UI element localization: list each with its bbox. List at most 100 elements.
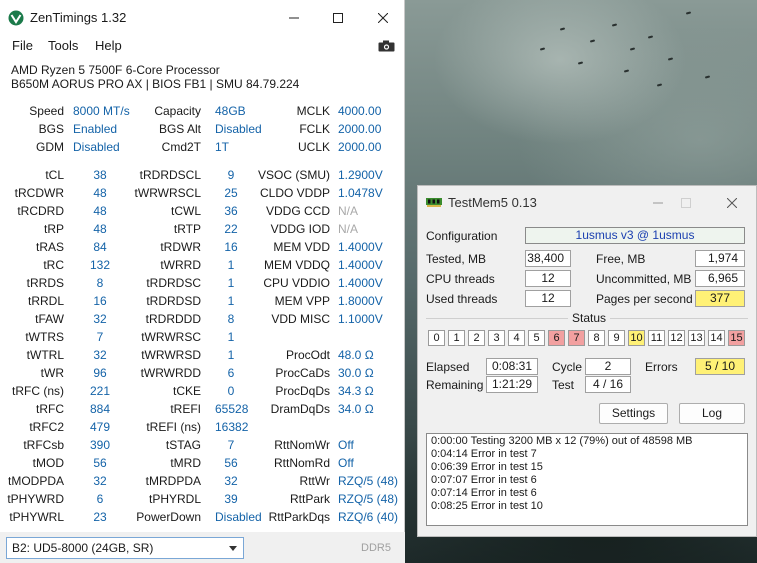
summary-label: GDM	[36, 140, 64, 154]
bird-decoration	[704, 75, 711, 79]
timings-value: 1.4000V	[338, 276, 383, 290]
status-label: Status	[568, 311, 611, 325]
timings-row: tPHYWRD 6 tPHYRDL 39 RttPark RZQ/5 (48)	[0, 490, 405, 508]
zentimings-titlebar[interactable]: ZenTimings 1.32	[0, 0, 405, 34]
timings-label: tRDRDDD	[145, 312, 201, 326]
timings-value: 23	[93, 510, 107, 524]
timings-label: DramDqDs	[270, 402, 330, 416]
memory-module-select[interactable]: B2: UD5-8000 (24GB, SR)	[6, 537, 244, 559]
timings-value: 1	[227, 258, 235, 272]
timings-label: tRTP	[173, 222, 201, 236]
uncommitted-label: Uncommitted, MB	[596, 272, 692, 286]
test-status-10: 10	[628, 330, 645, 346]
timings-label: tRDRDSCL	[139, 168, 201, 182]
maximize-button[interactable]	[320, 6, 356, 30]
log-button[interactable]: Log	[679, 403, 745, 424]
timings-label: tMOD	[32, 456, 64, 470]
timings-label: PowerDown	[136, 510, 201, 524]
timings-row: tRAS 84 tRDWR 16 MEM VDD 1.4000V	[0, 238, 405, 256]
testmem5-titlebar[interactable]: TestMem5 0.13	[418, 186, 757, 218]
timings-value: 479	[89, 420, 111, 434]
timings-label: tWRWRSC	[141, 330, 201, 344]
timings-value: RZQ/5 (48)	[338, 492, 399, 506]
timings-value: 56	[93, 456, 107, 470]
log-text: Error in test 10	[470, 500, 543, 512]
timings-value: 25	[224, 186, 238, 200]
timings-value: 6	[96, 492, 104, 506]
timings-value: N/A	[338, 204, 359, 218]
timings-value: 48	[93, 204, 107, 218]
timings-row: tMOD 56 tMRD 56 RttNomRd Off	[0, 454, 405, 472]
zentimings-logo-icon	[8, 10, 24, 26]
cpu-info: AMD Ryzen 5 7500F 6-Core Processor B650M…	[11, 63, 299, 91]
bird-decoration	[656, 83, 663, 87]
timings-value: 1.2900V	[338, 168, 383, 182]
timings-value: 1.0478V	[338, 186, 383, 200]
summary-value: Disabled	[73, 140, 120, 154]
timings-row: tRRDL 16 tRDRDSD 1 MEM VPP 1.8000V	[0, 292, 405, 310]
timings-label: tCKE	[172, 384, 201, 398]
timings-value: 48	[93, 222, 107, 236]
timings-value: 39	[224, 492, 238, 506]
test-status-6: 6	[548, 330, 565, 346]
timings-value: 6	[227, 366, 235, 380]
menu-tools[interactable]: Tools	[48, 38, 78, 53]
timings-row: tPHYWRL 23 PowerDown Disabled RttParkDqs RZQ/…	[0, 508, 405, 526]
menu-bar: File Tools Help	[0, 36, 405, 56]
bird-decoration	[667, 57, 674, 61]
timings-value: 8	[96, 276, 104, 290]
bird-decoration	[623, 69, 630, 73]
timings-value: Off	[338, 438, 354, 452]
close-button[interactable]	[365, 6, 401, 30]
timings-value: RZQ/5 (48)	[338, 474, 399, 488]
log-line: 0:06:39 Error in test 15	[431, 461, 743, 474]
close-button[interactable]	[714, 191, 750, 215]
used-threads-label: Used threads	[426, 292, 498, 306]
timings-row: tRFCsb 390 tSTAG 7 RttNomWr Off	[0, 436, 405, 454]
timings-value: 16	[224, 240, 238, 254]
timings-value: 884	[89, 402, 111, 416]
summary-label: BGS	[38, 122, 64, 136]
timings-value: 1.4000V	[338, 258, 383, 272]
used-threads-value: 12	[525, 290, 571, 307]
log-text: Error in test 6	[470, 487, 537, 499]
test-status-8: 8	[588, 330, 605, 346]
log-output[interactable]: 0:00:00 Testing 3200 MB x 12 (79%) out o…	[426, 433, 748, 526]
camera-icon[interactable]	[378, 40, 395, 52]
bird-decoration	[647, 35, 654, 39]
timings-label: tRDRDSC	[146, 276, 201, 290]
timings-label: tCL	[45, 168, 64, 182]
maximize-icon	[333, 13, 343, 23]
errors-label: Errors	[645, 360, 678, 374]
summary-label: FCLK	[299, 122, 330, 136]
timings-value: 8	[227, 312, 235, 326]
bird-decoration	[559, 27, 566, 31]
log-text: Error in test 6	[470, 474, 537, 486]
timings-value: 1	[227, 276, 235, 290]
timings-label: tPHYWRL	[9, 510, 64, 524]
timings-label: tRFC2	[29, 420, 64, 434]
memory-module-value: B2: UD5-8000 (24GB, SR)	[12, 541, 154, 555]
menu-help[interactable]: Help	[95, 38, 122, 53]
settings-button[interactable]: Settings	[599, 403, 668, 424]
configuration-value[interactable]: 1usmus v3 @ 1usmus	[525, 227, 745, 244]
timings-value: 65528	[215, 402, 249, 416]
free-value: 1,974	[695, 250, 745, 267]
bird-decoration	[539, 47, 546, 51]
bird-decoration	[589, 39, 596, 43]
timings-value: 132	[89, 258, 111, 272]
timings-value: 390	[89, 438, 111, 452]
test-status-15: 15	[728, 330, 745, 346]
memory-type-label: DDR5	[361, 542, 391, 554]
timings-value: 48	[93, 186, 107, 200]
timings-value: 1	[227, 348, 235, 362]
minimize-button[interactable]	[276, 6, 312, 30]
summary-row: BGS Enabled BGS Alt Disabled FCLK 2000.00	[0, 120, 405, 138]
timings-row: tRFC2 479 tREFI (ns) 16382	[0, 418, 405, 436]
menu-file[interactable]: File	[12, 38, 33, 53]
timings-value: 0	[227, 384, 235, 398]
timings-value: 34.3 Ω	[338, 384, 374, 398]
summary-value: 4000.00	[338, 104, 382, 118]
timings-label: tWTRL	[26, 348, 64, 362]
zentimings-footer: B2: UD5-8000 (24GB, SR) DDR5	[0, 532, 405, 563]
